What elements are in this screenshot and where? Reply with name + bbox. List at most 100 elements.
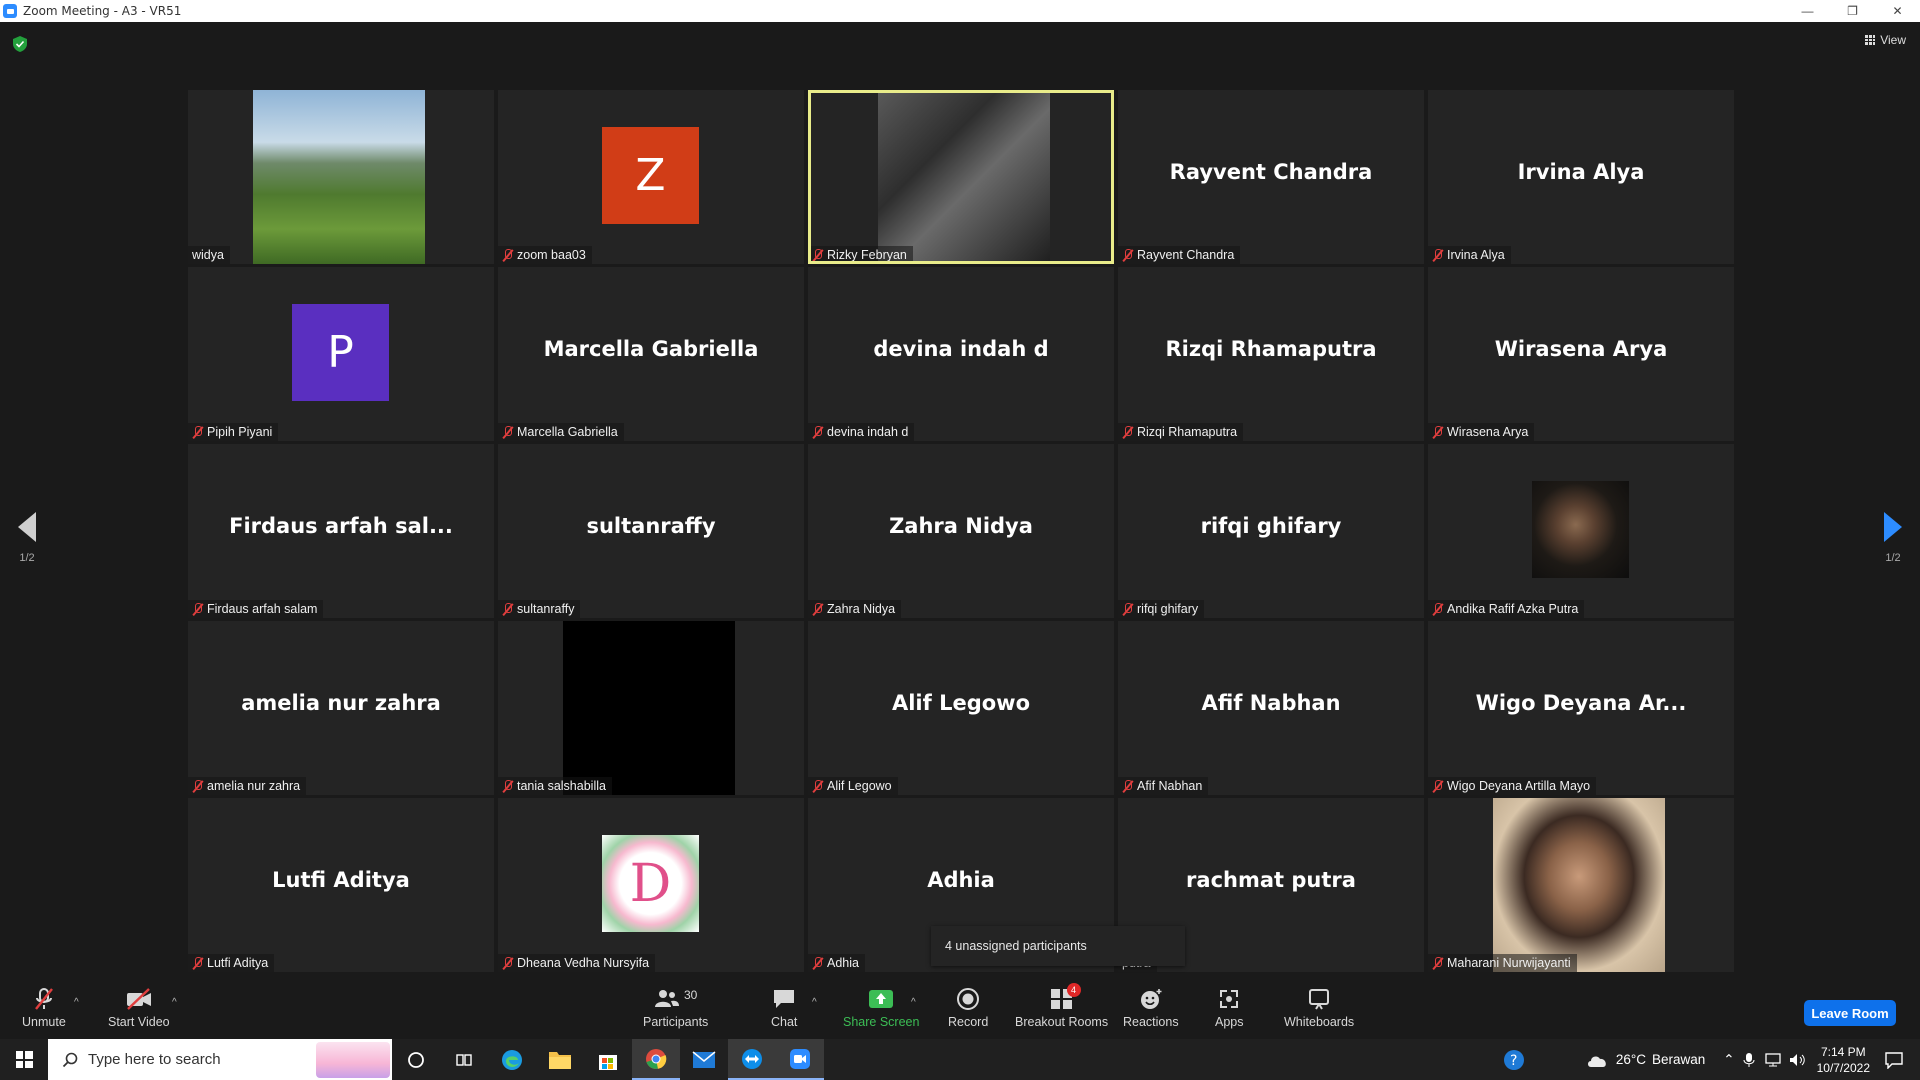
close-button[interactable]: ✕: [1875, 0, 1920, 22]
view-button[interactable]: View: [1865, 33, 1906, 47]
notifications-icon[interactable]: [1884, 1051, 1904, 1069]
meeting-toolbar: Unmute ^ Start Video ^ 30 Participants C…: [0, 977, 1920, 1039]
participant-tile[interactable]: Zahra Nidya Zahra Nidya: [808, 444, 1114, 618]
apps-button[interactable]: Apps: [1215, 987, 1244, 1029]
participant-name-label: Zahra Nidya: [808, 600, 902, 618]
participant-tile[interactable]: Irvina Alya Irvina Alya: [1428, 90, 1734, 264]
share-options-caret[interactable]: ^: [911, 997, 916, 1008]
zoom-taskbar-icon[interactable]: [776, 1039, 824, 1080]
participant-name: Rizky Febryan: [827, 248, 907, 262]
search-highlight-image: [316, 1042, 390, 1078]
microphone-tray-icon[interactable]: [1743, 1052, 1755, 1068]
participant-tile[interactable]: widya: [188, 90, 494, 264]
volume-icon[interactable]: [1789, 1053, 1807, 1067]
participant-name: Afif Nabhan: [1137, 779, 1203, 793]
participant-tile[interactable]: Firdaus arfah sal... Firdaus arfah salam: [188, 444, 494, 618]
video-options-caret[interactable]: ^: [172, 997, 177, 1008]
participant-name-label: tania salshabilla: [498, 777, 612, 795]
tray-expand-icon[interactable]: ⌃: [1723, 1052, 1734, 1068]
share-screen-button[interactable]: Share Screen: [843, 987, 919, 1029]
participant-display-name: Irvina Alya: [1517, 160, 1645, 184]
muted-microphone-icon: [812, 425, 823, 439]
participant-tile[interactable]: Lutfi Aditya Lutfi Aditya: [188, 798, 494, 972]
task-view-icon[interactable]: [440, 1039, 488, 1080]
muted-microphone-icon: [1122, 248, 1133, 262]
muted-microphone-icon: [1432, 779, 1443, 793]
muted-microphone-icon: [812, 956, 823, 970]
participant-tile[interactable]: P Pipih Piyani: [188, 267, 494, 441]
participant-name-label: Afif Nabhan: [1118, 777, 1209, 795]
microsoft-store-icon[interactable]: [584, 1039, 632, 1080]
previous-page-button[interactable]: 1/2: [18, 512, 36, 564]
security-shield-icon[interactable]: [13, 36, 27, 52]
breakout-rooms-button[interactable]: 4 Breakout Rooms: [1015, 983, 1108, 1029]
participant-tile[interactable]: Maharani Nurwijayanti: [1428, 798, 1734, 972]
share-screen-icon: [868, 987, 894, 1011]
title-bar: Zoom Meeting - A3 - VR51 — ❐ ✕: [0, 0, 1920, 22]
start-video-button[interactable]: Start Video: [108, 987, 170, 1029]
participant-display-name: Wigo Deyana Ar...: [1475, 691, 1687, 715]
participant-tile[interactable]: Afif Nabhan Afif Nabhan: [1118, 621, 1424, 795]
record-button[interactable]: Record: [948, 987, 988, 1029]
clock[interactable]: 7:14 PM 10/7/2022: [1817, 1044, 1870, 1076]
participant-tile[interactable]: Andika Rafif Azka Putra: [1428, 444, 1734, 618]
participant-tile[interactable]: tania salshabilla: [498, 621, 804, 795]
participant-video-feed: [878, 90, 1050, 264]
participant-tile[interactable]: Wirasena Arya Wirasena Arya: [1428, 267, 1734, 441]
participant-name: Pipih Piyani: [207, 425, 273, 439]
chat-options-caret[interactable]: ^: [812, 997, 817, 1008]
teamviewer-icon[interactable]: [728, 1039, 776, 1080]
start-button[interactable]: [0, 1039, 48, 1080]
edge-browser-icon[interactable]: [488, 1039, 536, 1080]
participant-display-name: devina indah d: [873, 337, 1049, 361]
whiteboards-button[interactable]: Whiteboards: [1284, 987, 1354, 1029]
restore-button[interactable]: ❐: [1830, 0, 1875, 22]
participant-display-name: rifqi ghifary: [1200, 514, 1342, 538]
network-icon[interactable]: [1764, 1052, 1781, 1067]
file-explorer-icon[interactable]: [536, 1039, 584, 1080]
taskbar-search[interactable]: Type here to search: [48, 1039, 392, 1080]
participant-tile[interactable]: sultanraffy sultanraffy: [498, 444, 804, 618]
participant-name-label: Firdaus arfah salam: [188, 600, 324, 618]
profile-picture-landscape: [253, 90, 425, 264]
minimize-button[interactable]: —: [1785, 0, 1830, 22]
participant-name: sultanraffy: [517, 602, 575, 616]
participant-name: Wirasena Arya: [1447, 425, 1529, 439]
svg-text:?: ?: [1510, 1053, 1517, 1069]
muted-microphone-icon: [502, 956, 513, 970]
participant-tile[interactable]: amelia nur zahra amelia nur zahra: [188, 621, 494, 795]
reactions-button[interactable]: Reactions: [1123, 987, 1179, 1029]
participant-tile[interactable]: Rizqi Rhamaputra Rizqi Rhamaputra: [1118, 267, 1424, 441]
muted-microphone-icon: [1432, 602, 1443, 616]
participant-tile[interactable]: Zzoom baa03: [498, 90, 804, 264]
profile-picture-black: [563, 621, 735, 795]
participant-tile[interactable]: Wigo Deyana Ar... Wigo Deyana Artilla May…: [1428, 621, 1734, 795]
share-screen-label: Share Screen: [843, 1015, 920, 1029]
participant-tile[interactable]: rifqi ghifary rifqi ghifary: [1118, 444, 1424, 618]
participant-name-label: zoom baa03: [498, 246, 592, 264]
participant-name-label: Adhia: [808, 954, 865, 972]
participant-tile[interactable]: Rizky Febryan: [808, 90, 1114, 264]
grid-view-icon: [1865, 35, 1876, 45]
participant-tile[interactable]: Marcella Gabriella Marcella Gabriella: [498, 267, 804, 441]
participants-button[interactable]: 30 Participants: [643, 987, 708, 1029]
chat-button[interactable]: Chat: [771, 987, 797, 1029]
chrome-browser-icon[interactable]: [632, 1039, 680, 1080]
participant-tile[interactable]: D Dheana Vedha Nursyifa: [498, 798, 804, 972]
leave-room-button[interactable]: Leave Room: [1804, 1000, 1896, 1026]
participant-name: devina indah d: [827, 425, 909, 439]
next-page-button[interactable]: 1/2: [1884, 512, 1902, 564]
zoom-app-icon: [3, 4, 17, 18]
participant-display-name: Afif Nabhan: [1201, 691, 1341, 715]
participant-name: amelia nur zahra: [207, 779, 301, 793]
unmute-button[interactable]: Unmute: [22, 987, 66, 1029]
mail-icon[interactable]: [680, 1039, 728, 1080]
participant-tile[interactable]: Alif Legowo Alif Legowo: [808, 621, 1114, 795]
participant-tile[interactable]: devina indah d devina indah d: [808, 267, 1114, 441]
help-icon[interactable]: ?: [1502, 1048, 1526, 1072]
audio-options-caret[interactable]: ^: [74, 997, 79, 1008]
cortana-icon[interactable]: [392, 1039, 440, 1080]
participant-tile[interactable]: Rayvent Chandra Rayvent Chandra: [1118, 90, 1424, 264]
clock-time: 7:14 PM: [1820, 1044, 1866, 1059]
unassigned-participants-tooltip: 4 unassigned participants: [931, 926, 1185, 966]
